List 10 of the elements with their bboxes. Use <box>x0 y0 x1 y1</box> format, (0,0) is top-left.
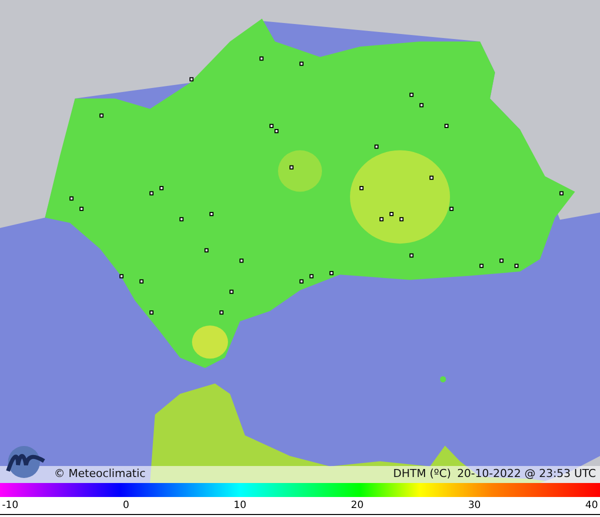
scale-label: -10 <box>2 499 18 513</box>
variable-label: DHTM (ºC) <box>393 467 452 481</box>
scale-label: 0 <box>122 499 130 513</box>
timestamp-label: 20-10-2022 @ 23:53 UTC <box>457 467 596 481</box>
copyright-credit: © Meteoclimatic <box>54 467 146 481</box>
scale-label: 10 <box>234 499 246 513</box>
wave-logo-icon <box>4 445 48 479</box>
scale-label: 40 <box>585 499 598 513</box>
scale-label: 20 <box>350 499 364 513</box>
scale-label: 30 <box>468 499 481 513</box>
